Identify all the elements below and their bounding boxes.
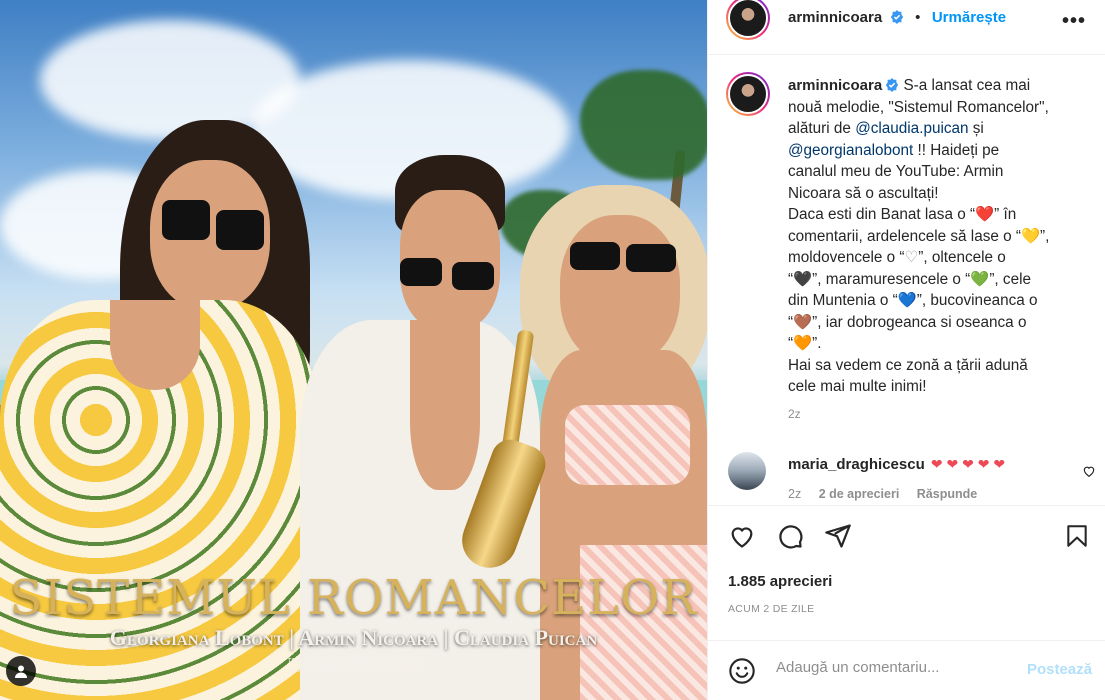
post-overlay-title: SISTEMUL ROMANCELOR bbox=[9, 570, 698, 626]
caption-text: S-a lansat cea mai bbox=[903, 77, 1031, 94]
caption-text: Nicoara să o ascultați! bbox=[788, 184, 939, 202]
caption-text: canalul meu de YouTube: Armin bbox=[788, 163, 1004, 180]
red-heart-icon: ❤️ bbox=[975, 206, 995, 223]
post-image[interactable]: SISTEMUL ROMANCELOR Georgiana Lobont | A… bbox=[0, 0, 707, 700]
post-overlay-subtitle: Georgiana Lobont | Armin Nicoara | Claud… bbox=[109, 625, 598, 650]
saxophone bbox=[454, 329, 555, 580]
post-actions bbox=[708, 505, 1105, 565]
orange-heart-icon: 🧡 bbox=[793, 335, 813, 352]
mention-link[interactable]: @georgianalobont bbox=[788, 142, 913, 159]
post-side-panel: arminnicoara • Urmărește ••• arminnicoar… bbox=[707, 0, 1105, 700]
comment-heart-icon[interactable] bbox=[1082, 464, 1096, 483]
comment-body: maria_draghicescu ❤ ❤ ❤ ❤ ❤ bbox=[788, 456, 1005, 473]
white-heart-icon: ♡ bbox=[904, 249, 919, 266]
post-date[interactable]: ACUM 2 DE ZILE bbox=[728, 603, 814, 615]
more-options-icon[interactable]: ••• bbox=[1062, 10, 1086, 33]
caption-text: din Muntenia o “ bbox=[788, 292, 898, 309]
caption-author-avatar[interactable] bbox=[726, 72, 770, 116]
caption-text: alături de bbox=[788, 120, 856, 137]
comment-time[interactable]: 2z bbox=[788, 487, 801, 501]
emoji-icon[interactable] bbox=[728, 657, 756, 690]
caption-text: ”, bbox=[1040, 227, 1050, 245]
follow-button[interactable]: Urmărește bbox=[932, 9, 1006, 26]
verified-badge-icon bbox=[886, 78, 899, 92]
caption-text: ” în bbox=[994, 206, 1017, 223]
caption-text: ”, maramuresencele o “ bbox=[812, 270, 971, 288]
comment-meta: 2z 2 de aprecieri Răspunde bbox=[788, 487, 977, 501]
caption-text: cele mai multe inimi! bbox=[788, 378, 927, 395]
author-username[interactable]: arminnicoara bbox=[788, 9, 882, 26]
copyright-line: TOATE DREPTURILE SUNT REZERVATE bbox=[287, 658, 420, 665]
comment-hearts: ❤ ❤ ❤ ❤ ❤ bbox=[930, 456, 1006, 472]
save-icon[interactable] bbox=[1064, 522, 1090, 555]
caption-text: nouă melodie, "Sistemul Romancelor", bbox=[788, 98, 1049, 116]
caption-text: comentarii, ardelencele să lase o “ bbox=[788, 227, 1021, 245]
caption-text: ”, iar dobrogeanca si oseanca o bbox=[812, 313, 1027, 331]
comment-likes[interactable]: 2 de aprecieri bbox=[819, 487, 900, 501]
commenter-avatar[interactable] bbox=[728, 452, 766, 490]
caption-text: ”, cele bbox=[989, 270, 1031, 288]
palm-leaves bbox=[580, 70, 707, 180]
post-comment-button[interactable]: Postează bbox=[1027, 661, 1092, 678]
black-heart-icon: 🖤 bbox=[793, 270, 813, 288]
comment-icon[interactable] bbox=[776, 522, 804, 555]
post-caption: arminnicoara S-a lansat cea mai nouă mel… bbox=[788, 75, 1088, 398]
add-comment-input[interactable] bbox=[776, 659, 1016, 676]
header-separator: • bbox=[915, 9, 921, 26]
heart-icon[interactable] bbox=[728, 522, 756, 555]
commenter-username[interactable]: maria_draghicescu bbox=[788, 456, 925, 473]
post-overlay-copyright: TOATE DREPTURILE SUNT REZERVATE © ARMIN … bbox=[0, 657, 707, 675]
reply-button[interactable]: Răspunde bbox=[917, 487, 977, 501]
tag-user-icon[interactable] bbox=[6, 656, 36, 686]
brown-heart-icon: 🤎 bbox=[793, 313, 813, 331]
post-header: arminnicoara • Urmărește ••• bbox=[708, 0, 1105, 55]
mention-link[interactable]: @claudia.puican bbox=[855, 120, 968, 137]
copyright-line: © ARMIN NICOARA ȘI CLAUDIA PUICAN bbox=[287, 667, 420, 674]
author-avatar[interactable] bbox=[726, 0, 770, 40]
green-heart-icon: 💚 bbox=[970, 270, 990, 288]
caption-text: !! Haideți pe bbox=[913, 141, 1000, 159]
likes-count[interactable]: 1.885 aprecieri bbox=[728, 573, 832, 590]
caption-text: ”, oltencele o bbox=[918, 249, 1006, 266]
header-user-row: arminnicoara • Urmărește bbox=[788, 9, 1006, 27]
blue-heart-icon: 💙 bbox=[897, 292, 917, 309]
caption-username[interactable]: arminnicoara bbox=[788, 77, 882, 94]
verified-badge-icon bbox=[890, 10, 903, 24]
caption-text: și bbox=[968, 120, 984, 137]
caption-text: ”, bucovineanca o bbox=[916, 292, 1038, 309]
caption-text: moldovencele o “ bbox=[788, 249, 905, 266]
yellow-heart-icon: 💛 bbox=[1020, 227, 1041, 245]
caption-time[interactable]: 2z bbox=[788, 407, 801, 421]
caption-text: Daca esti din Banat lasa o “ bbox=[788, 206, 976, 223]
add-comment-bar: Postează bbox=[708, 640, 1105, 700]
share-icon[interactable] bbox=[824, 522, 852, 555]
caption-text: Hai sa vedem ce zonă a țării adună bbox=[788, 356, 1028, 374]
caption-text: ”. bbox=[812, 335, 822, 352]
